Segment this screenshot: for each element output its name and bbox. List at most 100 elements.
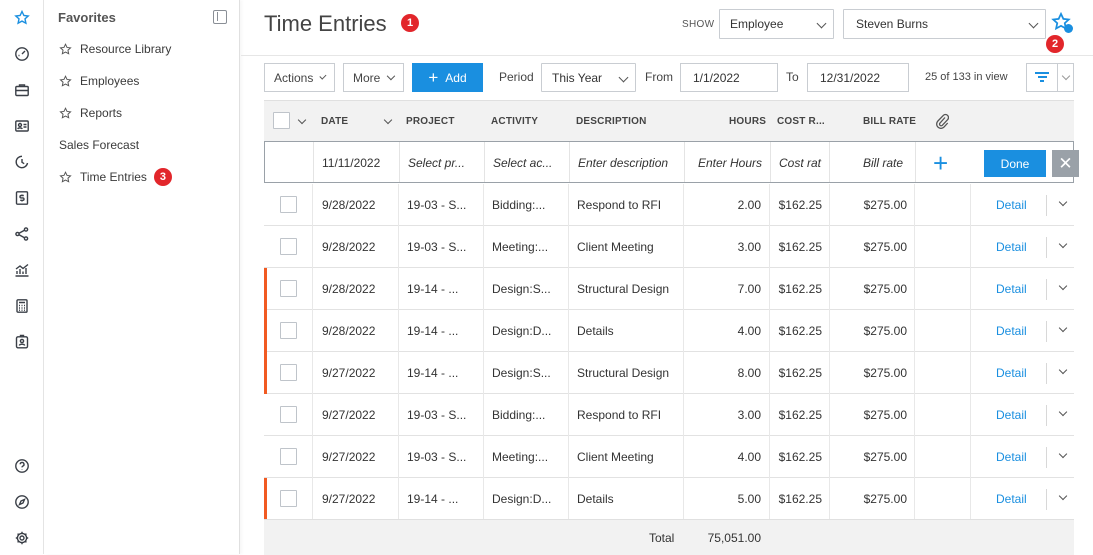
chevron-down-icon[interactable] xyxy=(297,115,307,125)
row-expand-chevron-icon[interactable] xyxy=(1058,197,1068,207)
column-bill-rate[interactable]: BILL RATE xyxy=(863,116,916,127)
sort-chevron-icon[interactable] xyxy=(383,115,393,125)
activity-select-placeholder[interactable]: Select ac... xyxy=(493,156,552,170)
employee-select[interactable]: Steven Burns xyxy=(843,9,1046,39)
table-row[interactable]: 9/27/2022 19-14 - ... Design:D... Details 5.… xyxy=(264,478,1074,520)
help-icon[interactable] xyxy=(11,455,33,477)
favorite-item-time-entries[interactable]: Time Entries 3 xyxy=(59,168,172,186)
cell-date: 9/27/2022 xyxy=(322,408,376,422)
detail-link[interactable]: Detail xyxy=(996,408,1027,422)
contacts-card-icon[interactable] xyxy=(11,115,33,137)
collapse-panel-icon[interactable] xyxy=(213,10,227,24)
cell-cost-rate: $162.25 xyxy=(778,198,822,212)
star-icon[interactable] xyxy=(59,74,72,88)
row-checkbox[interactable] xyxy=(280,406,297,423)
detail-link[interactable]: Detail xyxy=(996,366,1027,380)
from-date-input[interactable] xyxy=(680,63,778,92)
column-project[interactable]: PROJECT xyxy=(406,116,455,127)
detail-link[interactable]: Detail xyxy=(996,492,1027,506)
row-expand-chevron-icon[interactable] xyxy=(1058,239,1068,249)
detail-link[interactable]: Detail xyxy=(996,240,1027,254)
cell-project: 19-14 - ... xyxy=(407,492,459,506)
cell-activity: Bidding:... xyxy=(492,198,546,212)
row-checkbox[interactable] xyxy=(280,448,297,465)
row-expand-chevron-icon[interactable] xyxy=(1058,365,1068,375)
done-button[interactable]: Done xyxy=(984,150,1046,177)
column-activity[interactable]: ACTIVITY xyxy=(491,116,538,127)
row-expand-chevron-icon[interactable] xyxy=(1058,281,1068,291)
cell-description: Client Meeting xyxy=(577,450,654,464)
projects-briefcase-icon[interactable] xyxy=(11,79,33,101)
table-row[interactable]: 9/27/2022 19-03 - S... Meeting:... Client M… xyxy=(264,436,1074,478)
cell-project: 19-03 - S... xyxy=(407,408,467,422)
cost-rate-input[interactable]: Cost rat xyxy=(779,156,821,170)
row-expand-chevron-icon[interactable] xyxy=(1058,407,1068,417)
filter-button[interactable] xyxy=(1026,63,1074,92)
favorite-item-resource-library[interactable]: Resource Library xyxy=(59,40,171,58)
star-icon[interactable] xyxy=(59,106,72,120)
detail-link[interactable]: Detail xyxy=(996,282,1027,296)
hours-input[interactable]: Enter Hours xyxy=(698,156,762,170)
description-input[interactable]: Enter description xyxy=(578,156,668,170)
compass-icon[interactable] xyxy=(11,491,33,513)
table-row[interactable]: 9/28/2022 19-03 - S... Bidding:... Respond … xyxy=(264,184,1074,226)
cell-bill-rate: $275.00 xyxy=(863,408,907,422)
new-entry-row: 11/11/2022 Select pr... Select ac... Ent… xyxy=(264,141,1079,183)
row-expand-chevron-icon[interactable] xyxy=(1058,491,1068,501)
time-clock-icon[interactable] xyxy=(11,151,33,173)
star-icon[interactable] xyxy=(59,42,72,56)
cell-hours: 7.00 xyxy=(737,282,761,296)
table-row[interactable]: 9/28/2022 19-14 - ... Design:S... Structura… xyxy=(264,268,1074,310)
period-select[interactable]: This Year xyxy=(541,63,636,92)
table-row[interactable]: 9/28/2022 19-03 - S... Meeting:... Client M… xyxy=(264,226,1074,268)
row-checkbox[interactable] xyxy=(280,322,297,339)
bill-rate-input[interactable]: Bill rate xyxy=(863,156,903,170)
table-row[interactable]: 9/28/2022 19-14 - ... Design:D... Details 4.… xyxy=(264,310,1074,352)
reports-chart-icon[interactable] xyxy=(11,259,33,281)
row-checkbox[interactable] xyxy=(280,196,297,213)
cell-project: 19-03 - S... xyxy=(407,450,467,464)
new-entry-date[interactable]: 11/11/2022 xyxy=(322,156,380,170)
row-checkbox[interactable] xyxy=(280,364,297,381)
row-checkbox[interactable] xyxy=(280,238,297,255)
detail-link[interactable]: Detail xyxy=(996,198,1027,212)
row-expand-chevron-icon[interactable] xyxy=(1058,323,1068,333)
close-icon[interactable]: ✕ xyxy=(1052,150,1079,177)
cell-cost-rate: $162.25 xyxy=(778,366,822,380)
actions-button[interactable]: Actions xyxy=(264,63,335,92)
billing-dollar-icon[interactable] xyxy=(11,187,33,209)
more-button[interactable]: More xyxy=(343,63,404,92)
column-description[interactable]: DESCRIPTION xyxy=(576,116,647,127)
favorite-item-reports[interactable]: Reports xyxy=(59,104,122,122)
row-checkbox[interactable] xyxy=(280,490,297,507)
favorite-item-employees[interactable]: Employees xyxy=(59,72,139,90)
column-cost-rate[interactable]: COST R... xyxy=(777,116,825,127)
chevron-down-icon[interactable] xyxy=(1061,71,1071,81)
select-all-checkbox[interactable] xyxy=(273,112,290,129)
employee-badge-icon[interactable] xyxy=(11,331,33,353)
cell-activity: Meeting:... xyxy=(492,450,549,464)
favorite-star-button[interactable] xyxy=(1051,11,1073,34)
employee-value: Steven Burns xyxy=(856,17,929,31)
row-expand-chevron-icon[interactable] xyxy=(1058,449,1068,459)
add-button[interactable]: + Add xyxy=(412,63,483,92)
row-checkbox[interactable] xyxy=(280,280,297,297)
column-date[interactable]: DATE xyxy=(321,116,348,127)
column-hours[interactable]: HOURS xyxy=(729,116,766,127)
favorite-item-sales-forecast[interactable]: Sales Forecast xyxy=(59,136,139,154)
table-row[interactable]: 9/27/2022 19-14 - ... Design:S... Structura… xyxy=(264,352,1074,394)
dashboard-gauge-icon[interactable] xyxy=(11,43,33,65)
detail-link[interactable]: Detail xyxy=(996,450,1027,464)
calculator-icon[interactable] xyxy=(11,295,33,317)
cell-bill-rate: $275.00 xyxy=(863,282,907,296)
settings-gear-icon[interactable] xyxy=(11,527,33,549)
workflow-share-icon[interactable] xyxy=(11,223,33,245)
add-line-plus-icon[interactable]: + xyxy=(933,150,948,176)
detail-link[interactable]: Detail xyxy=(996,324,1027,338)
show-type-select[interactable]: Employee xyxy=(719,9,834,39)
to-date-input[interactable] xyxy=(807,63,909,92)
star-icon[interactable] xyxy=(59,170,72,184)
project-select-placeholder[interactable]: Select pr... xyxy=(408,156,465,170)
table-row[interactable]: 9/27/2022 19-03 - S... Bidding:... Respond … xyxy=(264,394,1074,436)
favorites-star-icon[interactable] xyxy=(11,7,33,29)
